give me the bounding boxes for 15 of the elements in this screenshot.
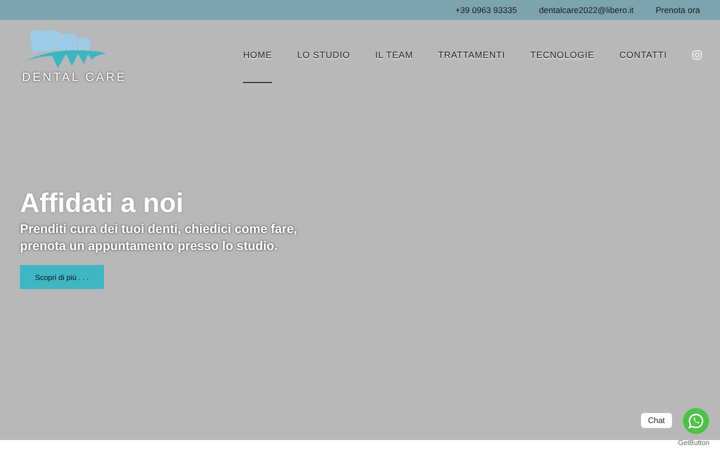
nav-link[interactable]: IL TEAM [375,50,414,83]
instagram-icon[interactable] [692,50,702,60]
nav-link[interactable]: HOME [243,50,272,83]
chat-label: Chat [641,413,672,428]
nav-link[interactable]: LO STUDIO [297,50,350,83]
top-bar-link[interactable]: Prenota ora [656,5,700,15]
top-bar-link[interactable]: dentalcare2022@libero.it [538,5,634,15]
hero-title: Affidati a noi [20,188,184,219]
chat-bubble-icon[interactable] [683,408,709,434]
hero-subtitle: Prenditi cura dei tuoi denti, chiedici come fare, prenota un appuntamento presso lo studio. [20,221,298,255]
logo-text: DENTAL CARE [22,70,127,84]
top-bar-link[interactable]: +39 0963 93335 [455,5,517,15]
nav-link[interactable]: TECNOLOGIE [530,50,594,83]
nav-link[interactable]: CONTATTI [619,50,667,83]
nav-link[interactable]: TRATTAMENTI [438,50,506,83]
